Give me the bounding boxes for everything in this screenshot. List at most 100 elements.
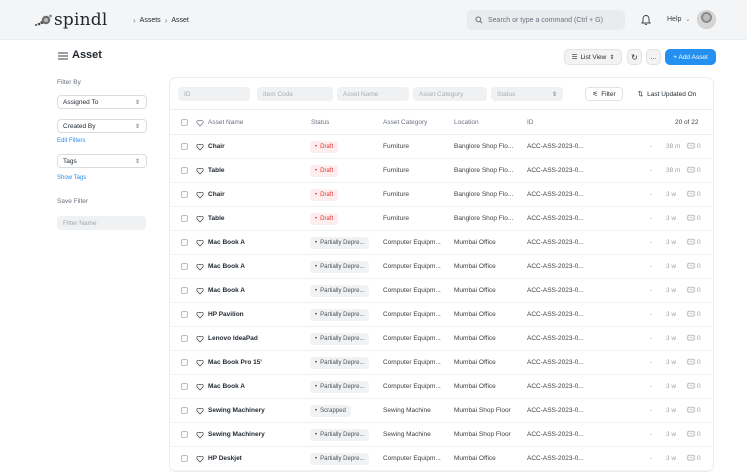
item-code-filter-input[interactable]: Item Code (257, 87, 333, 101)
show-tags-link[interactable]: Show Tags (57, 175, 86, 181)
search-bar[interactable]: Search or type a command (Ctrl + G) (467, 10, 625, 30)
asset-name-link[interactable]: Table (208, 215, 225, 222)
comment-count[interactable]: 0 (687, 454, 701, 462)
comment-count[interactable]: 0 (687, 358, 701, 366)
asset-name-link[interactable]: Chair (208, 191, 225, 198)
edit-filters-link[interactable]: Edit Filters (57, 138, 85, 144)
comment-count[interactable]: 0 (687, 190, 701, 198)
heart-icon[interactable] (196, 143, 204, 151)
heart-icon[interactable] (196, 383, 204, 391)
heart-icon[interactable] (196, 119, 204, 127)
comment-count[interactable]: 0 (687, 142, 701, 150)
asset-name-link[interactable]: Chair (208, 143, 225, 150)
refresh-button[interactable]: ↻ (627, 49, 642, 65)
comment-count[interactable]: 0 (687, 214, 701, 222)
heart-icon[interactable] (196, 455, 204, 463)
row-checkbox[interactable] (181, 143, 188, 150)
row-checkbox[interactable] (181, 215, 188, 222)
dash-cell: - (650, 407, 653, 414)
row-checkbox[interactable] (181, 359, 188, 366)
asset-name-link[interactable]: HP Pavilion (208, 311, 244, 318)
col-asset-name[interactable]: Asset Name (208, 119, 243, 126)
add-asset-button[interactable]: + Add Asset (665, 49, 716, 65)
comment-count[interactable]: 0 (687, 166, 701, 174)
table-row[interactable]: Sewing Machinery • Partially Depre... Sewin… (170, 423, 713, 447)
breadcrumb-asset[interactable]: Asset (171, 17, 189, 24)
heart-icon[interactable] (196, 215, 204, 223)
heart-icon[interactable] (196, 167, 204, 175)
comment-count[interactable]: 0 (687, 310, 701, 318)
more-actions-button[interactable]: ... (646, 49, 661, 65)
heart-icon[interactable] (196, 239, 204, 247)
select-all-checkbox[interactable] (181, 119, 188, 126)
row-checkbox[interactable] (181, 287, 188, 294)
filter-name-input[interactable]: Filter Name (57, 216, 146, 230)
row-checkbox[interactable] (181, 335, 188, 342)
row-checkbox[interactable] (181, 239, 188, 246)
comment-count[interactable]: 0 (687, 238, 701, 246)
table-row[interactable]: Mac Book A • Partially Depre... Computer Eq… (170, 255, 713, 279)
table-row[interactable]: Mac Book A • Partially Depre... Computer Eq… (170, 279, 713, 303)
row-checkbox[interactable] (181, 263, 188, 270)
asset-name-link[interactable]: Mac Book Pro 15' (208, 359, 262, 366)
table-row[interactable]: Mac Book A • Partially Depre... Computer Eq… (170, 231, 713, 255)
asset-category-filter-input[interactable]: Asset Category (413, 87, 487, 101)
heart-icon[interactable] (196, 407, 204, 415)
comment-count[interactable]: 0 (687, 262, 701, 270)
heart-icon[interactable] (196, 191, 204, 199)
help-dropdown[interactable]: Help ⌄ (667, 16, 690, 23)
notification-bell-icon[interactable] (640, 14, 652, 26)
table-row[interactable]: Chair • Draft Furniture Banglore Shop Flo...… (170, 135, 713, 159)
created-by-select[interactable]: Created By ⇕ (57, 119, 147, 133)
filter-button[interactable]: ⚟ Filter (585, 87, 623, 101)
comment-count[interactable]: 0 (687, 430, 701, 438)
status-filter-select[interactable]: Status ⇕ (491, 87, 563, 101)
heart-icon[interactable] (196, 311, 204, 319)
table-row[interactable]: Table • Draft Furniture Banglore Shop Flo...… (170, 159, 713, 183)
asset-name-link[interactable]: Mac Book A (208, 383, 245, 390)
asset-name-link[interactable]: Mac Book A (208, 239, 245, 246)
asset-name-link[interactable]: Mac Book A (208, 287, 245, 294)
heart-icon[interactable] (196, 287, 204, 295)
row-checkbox[interactable] (181, 191, 188, 198)
table-row[interactable]: Lenovo IdeaPad • Partially Depre... Compute… (170, 327, 713, 351)
id-filter-input[interactable]: ID (178, 87, 250, 101)
row-checkbox[interactable] (181, 167, 188, 174)
row-checkbox[interactable] (181, 431, 188, 438)
comment-count[interactable]: 0 (687, 406, 701, 414)
row-checkbox[interactable] (181, 311, 188, 318)
heart-icon[interactable] (196, 359, 204, 367)
comment-count[interactable]: 0 (687, 334, 701, 342)
table-row[interactable]: Table • Draft Furniture Banglore Shop Flo...… (170, 207, 713, 231)
sort-button[interactable]: ⇅ Last Updated On (628, 87, 706, 101)
row-checkbox[interactable] (181, 407, 188, 414)
assigned-to-select[interactable]: Assigned To ⇕ (57, 95, 147, 109)
heart-icon[interactable] (196, 335, 204, 343)
asset-name-link[interactable]: Mac Book A (208, 263, 245, 270)
breadcrumb-assets[interactable]: Assets (140, 17, 161, 24)
heart-icon[interactable] (196, 431, 204, 439)
asset-name-link[interactable]: Table (208, 167, 225, 174)
sidebar-toggle-icon[interactable] (58, 52, 68, 60)
comment-count-value: 0 (697, 406, 701, 414)
table-row[interactable]: Mac Book A • Partially Depre... Computer Eq… (170, 375, 713, 399)
table-row[interactable]: HP Pavilion • Partially Depre... Computer E… (170, 303, 713, 327)
asset-name-link[interactable]: Lenovo IdeaPad (208, 335, 258, 342)
table-row[interactable]: Chair • Draft Furniture Banglore Shop Flo...… (170, 183, 713, 207)
table-row[interactable]: Mac Book Pro 15' • Partially Depre... Compu… (170, 351, 713, 375)
asset-name-filter-input[interactable]: Asset Name (337, 87, 409, 101)
table-row[interactable]: Sewing Machinery • Scrapped Sewing Machine M… (170, 399, 713, 423)
heart-icon[interactable] (196, 263, 204, 271)
user-avatar[interactable] (697, 10, 716, 29)
asset-name-link[interactable]: Sewing Machinery (208, 407, 265, 414)
tags-select[interactable]: Tags ⇕ (57, 154, 147, 168)
asset-name-link[interactable]: Sewing Machinery (208, 431, 265, 438)
comment-count[interactable]: 0 (687, 382, 701, 390)
list-view-button[interactable]: ☰ List View ⇕ (564, 49, 622, 65)
comment-count[interactable]: 0 (687, 286, 701, 294)
table-row[interactable]: HP Deskjet • Partially Depre... Computer Eq… (170, 447, 713, 471)
asset-name-link[interactable]: HP Deskjet (208, 455, 242, 462)
row-checkbox[interactable] (181, 455, 188, 462)
row-checkbox[interactable] (181, 383, 188, 390)
app-logo[interactable]: spindl (33, 10, 108, 30)
